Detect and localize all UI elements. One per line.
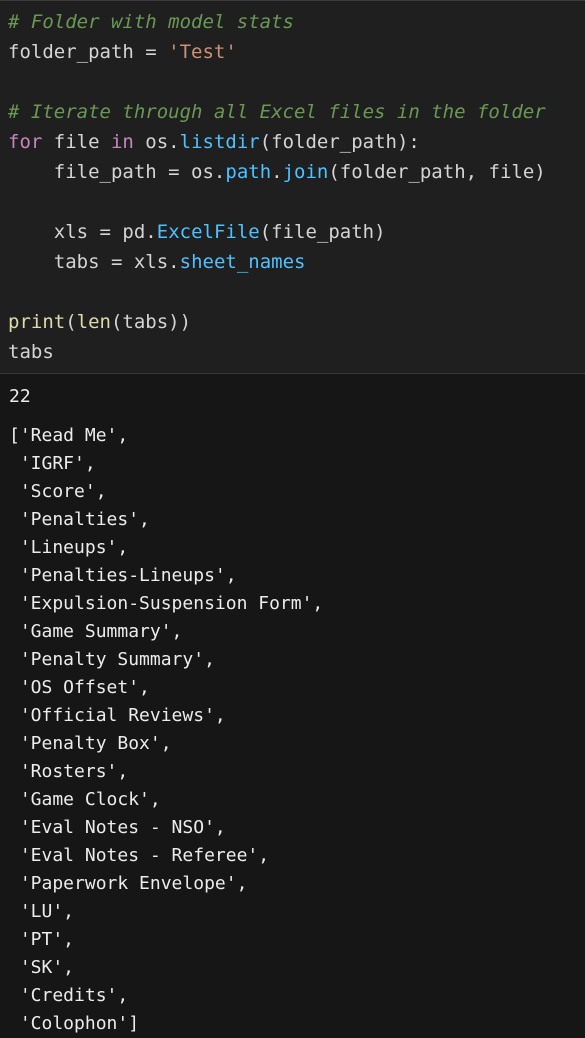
comment-line: # Folder with model stats [8, 11, 294, 33]
list-line: 'Penalties', [9, 509, 150, 530]
list-line: 'Credits', [9, 985, 129, 1006]
code-line-tabs: tabs = xls.sheet_names [53, 251, 306, 273]
list-line: 'Lineups', [9, 537, 129, 558]
list-line: 'Penalties-Lineups', [9, 565, 237, 586]
list-line: 'Game Clock', [9, 789, 161, 810]
list-line: 'Eval Notes - NSO', [9, 817, 226, 838]
output-list: ['Read Me', 'IGRF', 'Score', 'Penalties'… [9, 422, 323, 1038]
list-line: 'SK', [9, 957, 75, 978]
list-line: 'Rosters', [9, 761, 129, 782]
list-line: 'Colophon'] [9, 1013, 140, 1034]
code-line-folder: folder_path = 'Test' [8, 41, 237, 63]
code-cell[interactable]: # Folder with model stats folder_path = … [0, 0, 585, 374]
list-line: 'Score', [9, 481, 107, 502]
list-line: 'PT', [9, 929, 75, 950]
list-line: 'Official Reviews', [9, 705, 226, 726]
list-line: 'Expulsion-Suspension Form', [9, 593, 324, 614]
output-count: 22 [9, 386, 31, 407]
code-line-print: print(len(tabs)) [8, 311, 192, 333]
list-line: 'Penalty Summary', [9, 649, 215, 670]
code-line-xls: xls = pd.ExcelFile(file_path) [53, 221, 386, 243]
code-line-last: tabs [8, 341, 54, 363]
list-line: 'LU', [9, 901, 75, 922]
list-line: 'Paperwork Envelope', [9, 873, 248, 894]
code-line-for: for file in os.listdir(folder_path): [8, 131, 420, 153]
list-line: 'IGRF', [9, 453, 96, 474]
list-line: 'Eval Notes - Referee', [9, 845, 270, 866]
list-line: 'Penalty Box', [9, 733, 172, 754]
output-area: 22 ['Read Me', 'IGRF', 'Score', 'Penalti… [0, 374, 585, 1038]
list-line: ['Read Me', [9, 425, 129, 446]
list-line: 'Game Summary', [9, 621, 183, 642]
code-editor[interactable]: # Folder with model stats folder_path = … [8, 7, 546, 367]
comment-line: # Iterate through all Excel files in the… [8, 101, 546, 123]
code-line-filepath: file_path = os.path.join(folder_path, fi… [53, 161, 546, 183]
list-line: 'OS Offset', [9, 677, 150, 698]
